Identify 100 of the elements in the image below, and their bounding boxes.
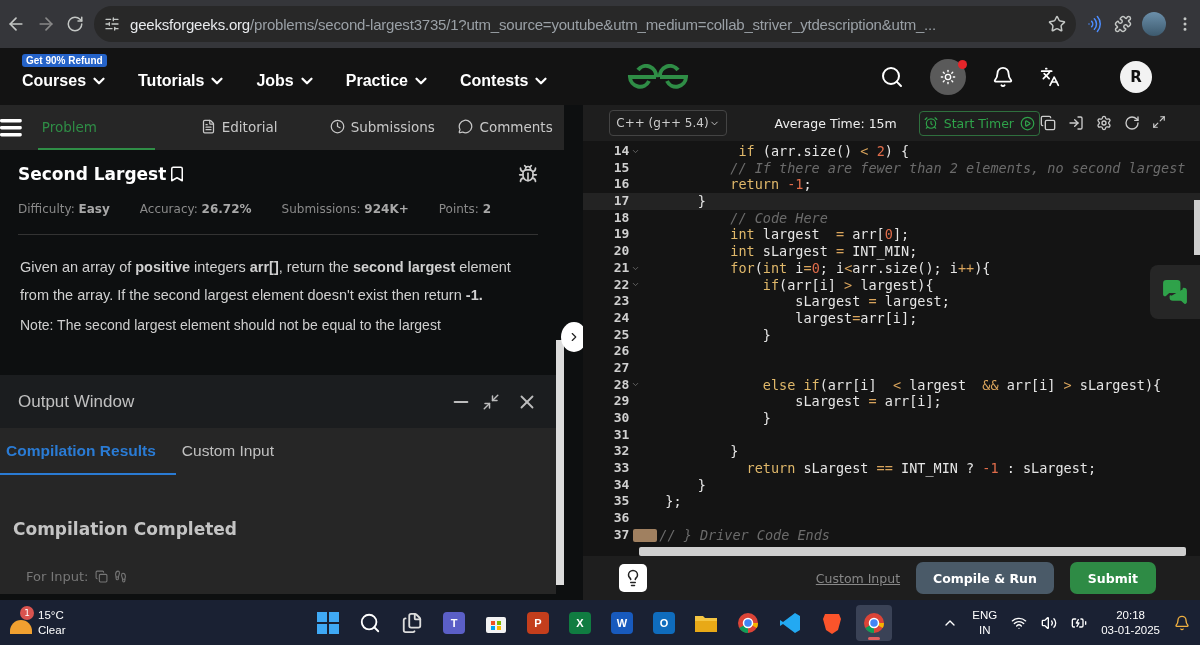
- taskbar-app[interactable]: [856, 604, 892, 641]
- scrollbar[interactable]: [1194, 200, 1200, 255]
- problem-title: Second Largest: [18, 164, 167, 184]
- line-number: 37: [612, 526, 630, 544]
- import-icon[interactable]: [1068, 115, 1084, 131]
- line-number: 29: [612, 393, 630, 410]
- line-number: 33: [612, 460, 630, 477]
- taskbar-app[interactable]: P: [520, 604, 556, 641]
- line-number: 24: [612, 309, 630, 327]
- taskbar-app[interactable]: T: [436, 604, 472, 641]
- chat-button[interactable]: [1150, 265, 1200, 319]
- line-number: 14: [612, 143, 630, 160]
- input-language[interactable]: IN: [972, 622, 998, 638]
- start-timer-button[interactable]: Start Timer: [918, 110, 1040, 136]
- nav-menu[interactable]: Tutorials: [138, 71, 227, 90]
- problem-tab[interactable]: Editorial: [196, 105, 326, 150]
- nav-menu[interactable]: Jobs: [256, 71, 316, 90]
- code-line: }: [761, 410, 771, 427]
- weather-badge: 1: [20, 605, 34, 620]
- copy-icon[interactable]: [1040, 115, 1056, 131]
- line-number: 35: [612, 493, 630, 511]
- document-icon: [200, 119, 216, 134]
- mail-app-icon: O: [653, 611, 675, 634]
- address-bar[interactable]: geeksforgeeks.org/problems/second-largest3735/1?utm_source=youtube&utm_medium=collab_striver_ytdescription&utm_...: [94, 6, 1076, 42]
- line-number: 20: [612, 243, 630, 260]
- line-number: 31: [612, 426, 630, 444]
- site-settings-icon[interactable]: [104, 16, 120, 32]
- taskbar-app[interactable]: X: [562, 604, 598, 641]
- code-line: // Code Here: [729, 209, 828, 227]
- task-view-icon: [401, 611, 423, 634]
- reload-icon[interactable]: [66, 15, 84, 33]
- translate-icon[interactable]: [1040, 66, 1060, 87]
- temperature: 15°C: [38, 607, 65, 623]
- play-icon: [1020, 115, 1035, 131]
- slides-app-icon: P: [527, 611, 549, 634]
- bell-icon[interactable]: [1174, 614, 1190, 631]
- volume-icon[interactable]: [1041, 614, 1058, 631]
- nav-menu[interactable]: Practice: [345, 71, 430, 90]
- browser-icon: [863, 611, 885, 634]
- code-line: }: [729, 443, 739, 461]
- folded-marker[interactable]: [633, 528, 658, 542]
- language-select[interactable]: C++ (g++ 5.4): [609, 110, 727, 136]
- nav-menu[interactable]: Courses: [22, 71, 109, 90]
- search-icon: [359, 611, 381, 634]
- sun-icon: [940, 68, 956, 85]
- submit-button[interactable]: Submit: [1069, 562, 1156, 594]
- problem-tab[interactable]: Submissions: [325, 105, 455, 150]
- sheets-app-icon: X: [569, 611, 591, 634]
- compilation-status: Compilation Completed: [13, 519, 239, 539]
- menu-icon[interactable]: [0, 118, 22, 137]
- url-text: geeksforgeeks.org/problems/second-largest3735/1?utm_source=youtube&utm_medium=collab_striver_ytdescription&utm_...: [130, 15, 937, 33]
- clock-date[interactable]: 03-01-2025: [1101, 622, 1160, 638]
- chat-icon: [1162, 279, 1188, 305]
- code-line: // If there are fewer than 2 elements, no second largest: [729, 159, 1186, 177]
- code-line: int largest = arr[0];: [729, 226, 910, 244]
- bug-icon[interactable]: [517, 164, 538, 184]
- profile-avatar[interactable]: [1142, 12, 1166, 36]
- user-avatar[interactable]: R: [1120, 60, 1152, 93]
- code-line: }: [761, 326, 771, 344]
- code-line: sLargest = arr[i];: [794, 393, 942, 410]
- output-tab[interactable]: Compilation Results: [0, 428, 176, 475]
- reset-icon[interactable]: [1124, 115, 1140, 131]
- line-number: 21: [612, 259, 630, 277]
- weather-icon: [10, 619, 32, 634]
- alarm-clock-icon: [923, 116, 938, 130]
- taskbar-app[interactable]: O: [646, 604, 682, 641]
- resize-icon[interactable]: [481, 392, 500, 411]
- star-icon[interactable]: [1048, 15, 1066, 33]
- active-indicator: [868, 636, 880, 640]
- clock-time[interactable]: 20:18: [1101, 607, 1160, 623]
- puzzle-icon[interactable]: [1114, 15, 1132, 33]
- line-number: 28: [612, 376, 630, 394]
- theme-toggle[interactable]: [930, 58, 966, 95]
- input-language[interactable]: ENG: [972, 607, 998, 623]
- problem-tab[interactable]: Problem: [37, 105, 155, 150]
- code-editor-icon: [779, 611, 801, 634]
- compile-run-button[interactable]: Compile & Run: [916, 562, 1054, 594]
- bell-icon[interactable]: [992, 65, 1014, 88]
- problem-stat: Points: 2: [438, 202, 492, 216]
- code-line: largest=arr[i];: [794, 309, 918, 327]
- output-tab[interactable]: Custom Input: [175, 428, 295, 475]
- problem-tab[interactable]: Comments: [454, 105, 564, 150]
- for-input-label: For Input:: [26, 569, 89, 584]
- settings-icon[interactable]: [1096, 115, 1112, 131]
- taskbar-app[interactable]: W: [604, 604, 640, 641]
- code-line: if(arr[i] > largest){: [761, 276, 934, 294]
- scrollbar[interactable]: [555, 340, 564, 585]
- line-number: 19: [612, 226, 630, 244]
- scrollbar[interactable]: [639, 547, 1186, 556]
- line-number: 36: [612, 510, 630, 527]
- search-icon[interactable]: [880, 64, 904, 89]
- clock-icon: [329, 119, 345, 134]
- hint-button[interactable]: [619, 564, 648, 592]
- nav-menu[interactable]: Contests: [460, 71, 551, 90]
- fullscreen-icon[interactable]: [1152, 115, 1166, 129]
- custom-input-link[interactable]: Custom Input: [815, 570, 901, 586]
- code-line: return -1;: [729, 176, 812, 194]
- line-number: 15: [612, 159, 630, 177]
- speech-bubble-icon: [458, 119, 474, 134]
- weather-condition: Clear: [38, 622, 66, 638]
